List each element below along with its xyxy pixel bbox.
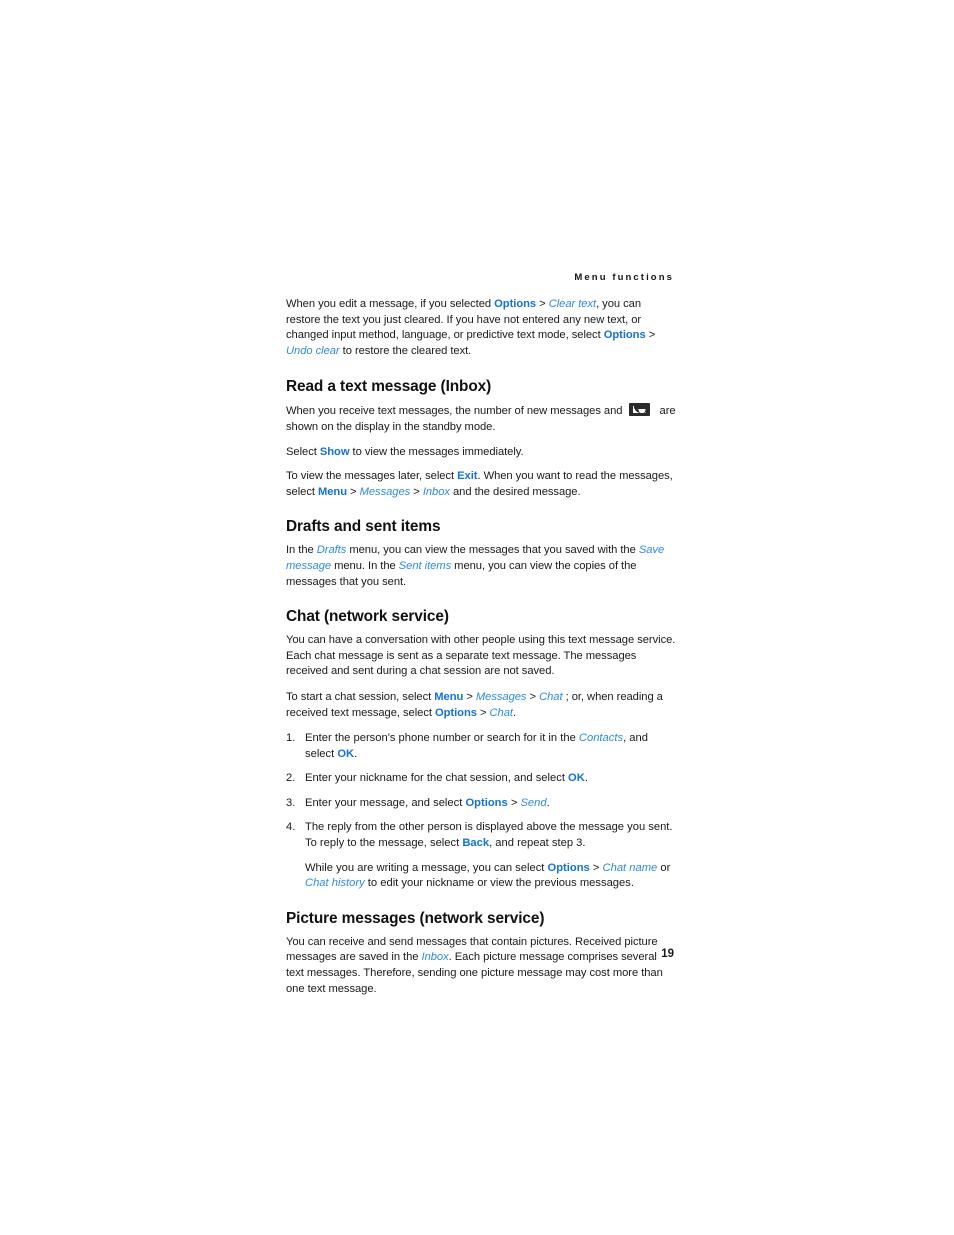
substep-text-a: While you are writing a message, you can… [305, 861, 548, 874]
menu-item: Menu [317, 485, 347, 498]
heading-picture-messages: Picture messages (network service) [286, 909, 545, 927]
step-path-separator: > [507, 796, 521, 809]
text-column: When you edit a message, if you selected… [286, 297, 676, 1007]
chat-path-separator-3: > [476, 706, 490, 719]
drafts-text-b: menu, you can view the messages that you… [346, 544, 639, 557]
step-number: 3. [286, 796, 296, 809]
inbox-item: Inbox [422, 485, 450, 498]
sent-items-item: Sent items [398, 559, 452, 572]
substep-text-b: or [657, 861, 671, 874]
chat-name-item: Chat name [602, 861, 658, 874]
chat-path-separator-1: > [463, 690, 476, 703]
intro-paragraph: When you edit a message, if you selected… [286, 297, 676, 359]
select-text-b: to view the messages immediately. [349, 445, 524, 458]
heading-drafts-and-sent-items: Drafts and sent items [286, 518, 441, 536]
step-text-a: Enter your nickname for the chat session… [305, 772, 569, 785]
step-text-a: Enter your message, and select [305, 796, 466, 809]
heading-chat: Chat (network service) [286, 608, 449, 626]
exit-softkey: Exit [457, 470, 478, 483]
chat-item-2: Chat [489, 706, 513, 719]
drafts-paragraph: In the Drafts menu, you can view the mes… [286, 543, 676, 590]
chat-substep-paragraph: While you are writing a message, you can… [305, 861, 676, 892]
intro-options-1: Options [494, 298, 537, 310]
path-separator-1: > [347, 485, 360, 498]
read-message-paragraph-3: To view the messages later, select Exit.… [286, 469, 676, 500]
read-message-paragraph-2: Select Show to view the messages immedia… [286, 445, 676, 461]
intro-options-2: Options [603, 329, 646, 342]
step-number: 4. [286, 821, 296, 834]
intro-text-1: When you edit a message, if you selected [286, 298, 495, 310]
select-text-a: Select [286, 445, 320, 458]
view-later-text-a: To view the messages later, select [286, 470, 458, 483]
substep-options-item: Options [547, 861, 590, 874]
chat-item: Chat [539, 690, 563, 703]
step-number: 1. [286, 732, 296, 745]
list-item: 4. The reply from the other person is dis… [286, 820, 676, 891]
intro-clear-text: Clear text [548, 298, 597, 310]
running-header: Menu functions [574, 272, 674, 283]
page-number: 19 [661, 948, 674, 960]
back-softkey: Back [462, 837, 490, 850]
chat-steps-list: 1. Enter the person's phone number or sea… [286, 731, 676, 892]
chat-path-separator-2: > [526, 690, 540, 703]
chat-messages-item: Messages [475, 690, 527, 703]
list-item: 3. Enter your message, and select Options… [286, 796, 676, 812]
ok-softkey: OK [337, 747, 355, 760]
read-message-text-a: When you receive text messages, the numb… [286, 405, 626, 418]
list-item: 2. Enter your nickname for the chat sessi… [286, 771, 676, 787]
chat-menu-item: Menu [434, 690, 464, 703]
chat-paragraph-1: You can have a conversation with other p… [286, 634, 676, 678]
chat-history-item: Chat history [305, 877, 365, 890]
step-text-c: , and repeat step 3. [489, 837, 586, 850]
intro-text-3: to restore the cleared text. [339, 344, 472, 357]
chat-options-item: Options [434, 706, 477, 719]
manual-page: Menu functions When you edit a message, … [0, 0, 954, 1235]
show-softkey: Show [319, 445, 350, 458]
step-number: 2. [286, 772, 296, 785]
chat-start-text-a: To start a chat session, select [286, 690, 435, 703]
drafts-text-c: menu. In the [331, 559, 399, 572]
substep-text-c: to edit your nickname or view the previo… [364, 877, 634, 890]
read-message-paragraph-1: When you receive text messages, the numb… [286, 403, 676, 435]
step-text-c: . [354, 747, 358, 760]
drafts-text-a: In the [286, 544, 317, 557]
send-item: Send [520, 796, 547, 809]
chat-paragraph-2: To start a chat session, select Menu > M… [286, 690, 676, 721]
ok-softkey: OK [568, 772, 585, 785]
contacts-item: Contacts [578, 732, 624, 745]
intro-undo-clear: Undo clear [286, 344, 340, 357]
intro-separator-2: > [645, 329, 656, 342]
heading-read-text-message: Read a text message (Inbox) [286, 378, 492, 396]
substep-path-separator: > [589, 861, 603, 874]
view-later-text-c: and the desired message. [449, 485, 581, 498]
intro-separator-1: > [536, 298, 549, 310]
step-text-c: . [546, 796, 550, 809]
envelope-icon [628, 403, 650, 417]
path-separator-2: > [410, 485, 423, 498]
list-item: 1. Enter the person's phone number or sea… [286, 731, 676, 762]
messages-item: Messages [359, 485, 411, 498]
drafts-menu-item: Drafts [316, 544, 347, 557]
chat-start-text-c: . [512, 706, 517, 719]
options-softkey: Options [465, 796, 508, 809]
step-text-a: Enter the person's phone number or searc… [305, 732, 579, 745]
step-text-c: . [584, 772, 588, 785]
picture-messages-paragraph: You can receive and send messages that c… [286, 935, 676, 997]
